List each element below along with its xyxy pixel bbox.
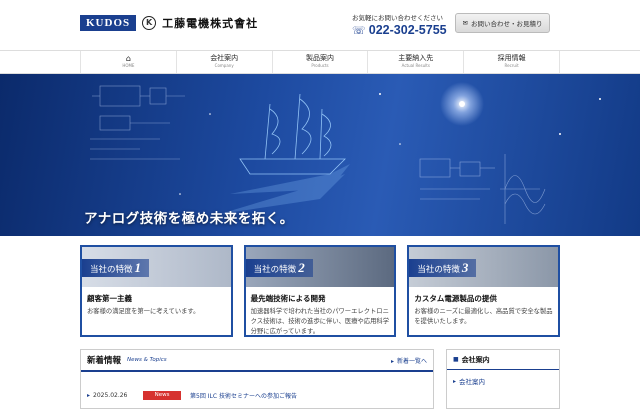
news-date: 2025.02.26 <box>93 391 128 399</box>
feature-card-2[interactable]: 当社の特徴 2 最先端技術による開発 加速器科学で培われた当社のパワーエレクトロニ… <box>243 245 397 337</box>
feature-title: 最先端技術による開発 <box>250 294 326 303</box>
mail-icon: ✉ <box>462 19 468 27</box>
nav-sub: HOME <box>122 63 135 68</box>
sidebar-menu: ■ 会社案内 ▸ 会社案内 <box>446 349 560 409</box>
news-section: 新着情報 News & Topics ▸ 新着一覧へ ▸ 2025.02.26 N… <box>80 349 434 409</box>
square-bullet-icon: ■ <box>453 356 459 363</box>
chevron-right-icon: ▸ <box>390 357 394 365</box>
nav-label: 会社案内 <box>210 54 239 62</box>
feature-title: カスタム電源製品の提供 <box>414 294 497 303</box>
site-logo[interactable]: KUDOS K 工藤電機株式會社 <box>80 15 258 31</box>
feature-label: 当社の特徴 2 <box>245 259 313 277</box>
news-more-link[interactable]: ▸ 新着一覧へ <box>391 356 427 365</box>
feature-image: 当社の特徴 2 <box>245 247 395 287</box>
contact-lead: お気軽にお問い合わせください <box>352 14 443 22</box>
feature-text: お客様の満足度を第一に考えています。 <box>87 308 200 315</box>
feature-cards: 当社の特徴 1 顧客第一主義 お客様の満足度を第一に考えています。 当社の特徴 2 … <box>80 245 561 337</box>
nav-item-products[interactable]: 製品案内 Products <box>273 51 369 73</box>
feature-label: 当社の特徴 3 <box>409 259 477 277</box>
home-icon: ⌂ <box>125 54 131 63</box>
inquiry-button[interactable]: ✉ お問い合わせ・お見積り <box>455 13 550 33</box>
phone-icon: ☏ <box>352 23 366 37</box>
contact-info: お気軽にお問い合わせください ☏ 022-302-5755 <box>352 12 447 37</box>
nav-label: 製品案内 <box>305 54 334 62</box>
logo-wordmark: KUDOS <box>80 15 137 31</box>
nav-item-company[interactable]: 会社案内 Company <box>177 51 273 73</box>
news-badge: News <box>143 390 182 400</box>
nav-sub: Actual Results <box>401 63 430 68</box>
chevron-right-icon: ▸ <box>453 377 457 385</box>
nav-sub: Recruit <box>504 63 519 68</box>
logo-mark-icon: K <box>142 16 157 30</box>
news-subtitle: News & Topics <box>127 357 167 363</box>
chevron-right-icon: ▸ <box>87 391 91 399</box>
global-nav: ⌂ HOME 会社案内 Company 製品案内 Products 主要納入先 … <box>0 50 640 74</box>
hero-banner: アナログ技術を極め未来を拓く。 <box>0 74 640 236</box>
sidebar-item-company[interactable]: ▸ 会社案内 <box>447 373 559 389</box>
feature-card-1[interactable]: 当社の特徴 1 顧客第一主義 お客様の満足度を第一に考えています。 <box>80 245 233 337</box>
phone-row[interactable]: ☏ 022-302-5755 <box>352 23 447 37</box>
nav-sub: Products <box>311 63 329 68</box>
feature-image: 当社の特徴 1 <box>82 247 231 287</box>
news-text[interactable]: 第5回 ILC 技術セミナーへの参加ご報告 <box>190 391 297 400</box>
inquiry-button-label: お問い合わせ・お見積り <box>470 20 543 28</box>
company-name: 工藤電機株式會社 <box>162 17 259 30</box>
nav-label: 主要納入先 <box>398 54 434 62</box>
news-title: 新着情報 <box>87 356 122 366</box>
phone-number[interactable]: 022-302-5755 <box>369 23 447 37</box>
feature-text: お客様のニーズに最適化し、高品質で安全な製品を提供いたします。 <box>414 308 553 325</box>
nav-sub: Company <box>214 63 234 68</box>
nav-item-recruit[interactable]: 採用情報 Recruit <box>464 51 560 73</box>
site-header: KUDOS K 工藤電機株式會社 お気軽にお問い合わせください ☏ 022-30… <box>0 0 640 50</box>
feature-image: 当社の特徴 3 <box>409 247 559 287</box>
news-header: 新着情報 News & Topics ▸ 新着一覧へ <box>81 350 433 372</box>
feature-label: 当社の特徴 1 <box>82 259 150 277</box>
feature-text: 加速器科学で培われた当社のパワーエレクトロニクス技術は、技術の進歩に伴い、医療や… <box>250 308 390 335</box>
hero-catchcopy: アナログ技術を極め未来を拓く。 <box>84 211 294 227</box>
nav-item-results[interactable]: 主要納入先 Actual Results <box>368 51 465 73</box>
nav-item-home[interactable]: ⌂ HOME <box>80 51 177 73</box>
news-item[interactable]: ▸ 2025.02.26 News 第5回 ILC 技術セミナーへの参加ご報告 <box>81 386 433 404</box>
nav-label: 採用情報 <box>497 54 526 62</box>
sidebar-title: ■ 会社案内 <box>447 350 559 370</box>
feature-card-3[interactable]: 当社の特徴 3 カスタム電源製品の提供 お客様のニーズに最適化し、高品質で安全な製… <box>407 245 561 337</box>
feature-title: 顧客第一主義 <box>87 294 132 303</box>
